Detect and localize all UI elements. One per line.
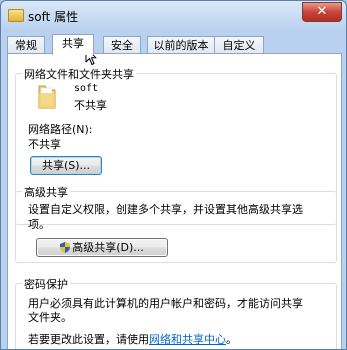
advanced-description-1: 设置自定义权限，创建多个共享，并设置其他高级共享选 <box>28 203 303 216</box>
window-title: soft 属性 <box>28 10 79 24</box>
advanced-sharing-button-label: 高级共享(D)... <box>72 241 144 254</box>
password-protection-group: 密码保护 用户必须具有此计算机的用户帐户和密码，才能访问共享 文件夹。 若要更改… <box>15 276 337 349</box>
network-path-value: 不共享 <box>28 138 61 151</box>
password-description-2: 文件夹。 <box>28 311 72 324</box>
folder-icon <box>8 9 24 22</box>
change-setting-text: 若要更改此设置，请使用网络和共享中心。 <box>28 331 237 347</box>
tab-sharing[interactable]: 共享 <box>52 34 94 55</box>
advanced-description-2: 项。 <box>28 218 50 231</box>
change-setting-suffix: 。 <box>226 333 237 346</box>
share-status: 不共享 <box>74 99 107 112</box>
tab-content: 网络文件和文件夹共享 soft 不共享 网络路径(N): 不共享 共享(S)..… <box>7 53 342 349</box>
password-protection-title: 密码保护 <box>22 276 70 292</box>
close-button[interactable]: ✕ <box>302 2 342 22</box>
network-path-label: 网络路径(N): <box>28 123 93 136</box>
advanced-sharing-group: 高级共享 设置自定义权限，创建多个共享，并设置其他高级共享选 项。 高级共享(D… <box>15 184 337 263</box>
tab-strip: 常规 共享 安全 以前的版本 自定义 <box>7 34 343 55</box>
tab-previous-versions[interactable]: 以前的版本 <box>147 36 215 54</box>
network-sharing-center-link[interactable]: 网络和共享中心 <box>149 333 226 346</box>
advanced-sharing-button[interactable]: 高级共享(D)... <box>36 238 168 257</box>
advanced-sharing-title: 高级共享 <box>22 184 70 200</box>
properties-window: soft 属性 ✕ 常规 共享 安全 以前的版本 自定义 网络文件和文件夹共享 … <box>0 0 347 350</box>
change-setting-prefix: 若要更改此设置，请使用 <box>28 333 149 346</box>
close-icon: ✕ <box>316 4 328 19</box>
folder-name: soft <box>74 83 99 94</box>
uac-shield-icon <box>60 242 71 253</box>
sharing-group-title: 网络文件和文件夹共享 <box>22 66 136 82</box>
share-button[interactable]: 共享(S)... <box>30 156 102 175</box>
tab-customize[interactable]: 自定义 <box>214 36 264 54</box>
tab-general[interactable]: 常规 <box>7 36 45 54</box>
title-bar[interactable]: soft 属性 ✕ <box>1 1 346 29</box>
tab-security[interactable]: 安全 <box>103 36 141 54</box>
shared-folder-icon <box>38 85 56 109</box>
